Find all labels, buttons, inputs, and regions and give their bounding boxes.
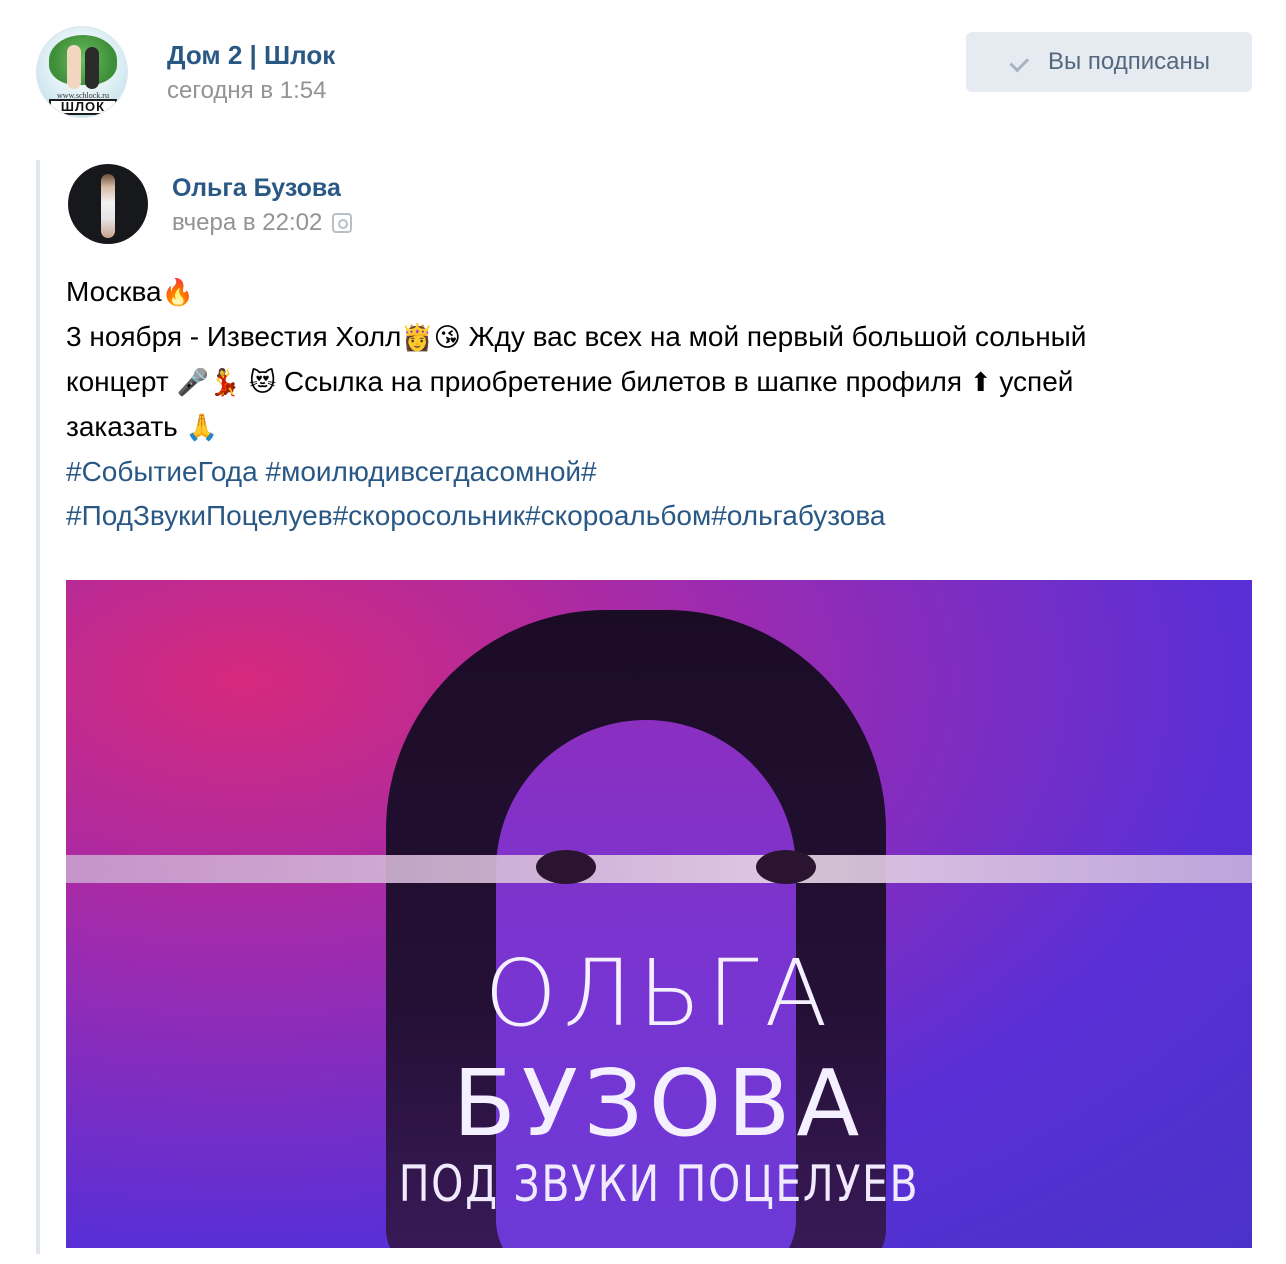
up-arrow-emoji-icon: ⬆ (969, 368, 992, 398)
author-name-link[interactable]: Ольга Бузова (172, 174, 341, 203)
avatar-tree-graphic (49, 35, 117, 85)
dancer-emoji-icon: 💃 (208, 368, 242, 398)
princess-emoji-icon: 👸 (401, 323, 434, 353)
text-line: 3 ноября - Известия Холл👸😘 Жду вас всех … (66, 315, 1246, 360)
instagram-icon (332, 213, 353, 233)
avatar-logo: ШЛОК (49, 99, 117, 115)
text-line: Москва🔥 (66, 270, 1246, 315)
repost-time[interactable]: вчера в 22:02 (172, 209, 353, 237)
image-light-bar (66, 855, 1252, 883)
kiss-emoji-icon: 😘 (433, 323, 461, 353)
pray-emoji-icon: 🙏 (185, 413, 218, 443)
heart-eyes-cat-emoji-icon: 😻 (249, 368, 277, 398)
author-avatar[interactable] (68, 164, 148, 244)
fire-emoji-icon: 🔥 (161, 278, 194, 308)
post-header: www.schlock.ru ШЛОК Дом 2 | Шлок сегодня… (0, 0, 1286, 140)
image-title-line3: ПОД ЗВУКИ ПОЦЕЛУЕВ (398, 1155, 920, 1213)
image-eye-graphic (536, 850, 596, 884)
repost-block: Ольга Бузова вчера в 22:02 Москва🔥 3 ноя… (36, 160, 1256, 1254)
group-avatar[interactable]: www.schlock.ru ШЛОК (36, 26, 128, 118)
subscribed-label: Вы подписаны (1048, 48, 1210, 75)
post-time-link[interactable]: сегодня в 1:54 (167, 77, 326, 105)
hashtags-line[interactable]: #ПодЗвукиПоцелуев#скоросольник#скороальб… (66, 494, 1246, 538)
text-line: заказать 🙏 (66, 405, 1246, 450)
subscribed-button[interactable]: Вы подписаны (966, 32, 1252, 92)
avatar-person-graphic (85, 47, 99, 89)
microphone-emoji-icon: 🎤 (176, 368, 209, 398)
avatar-person-graphic (67, 45, 81, 89)
image-eye-graphic (756, 850, 816, 884)
group-name-link[interactable]: Дом 2 | Шлок (167, 40, 335, 71)
hashtags-line[interactable]: #СобытиеГода #моилюдивсегдасомной# (66, 450, 1246, 494)
post-text: Москва🔥 3 ноября - Известия Холл👸😘 Жду в… (66, 270, 1246, 538)
image-title-line2: БУЗОВА (452, 1050, 866, 1157)
image-title-line1: ОЛЬГА (484, 940, 834, 1047)
avatar-person-graphic (101, 174, 115, 238)
repost-time-text: вчера в 22:02 (172, 209, 323, 236)
check-icon (1008, 51, 1030, 73)
post-image[interactable]: ОЛЬГА БУЗОВА ПОД ЗВУКИ ПОЦЕЛУЕВ (66, 580, 1252, 1248)
text-line: концерт 🎤💃 😻 Ссылка на приобретение биле… (66, 360, 1246, 405)
